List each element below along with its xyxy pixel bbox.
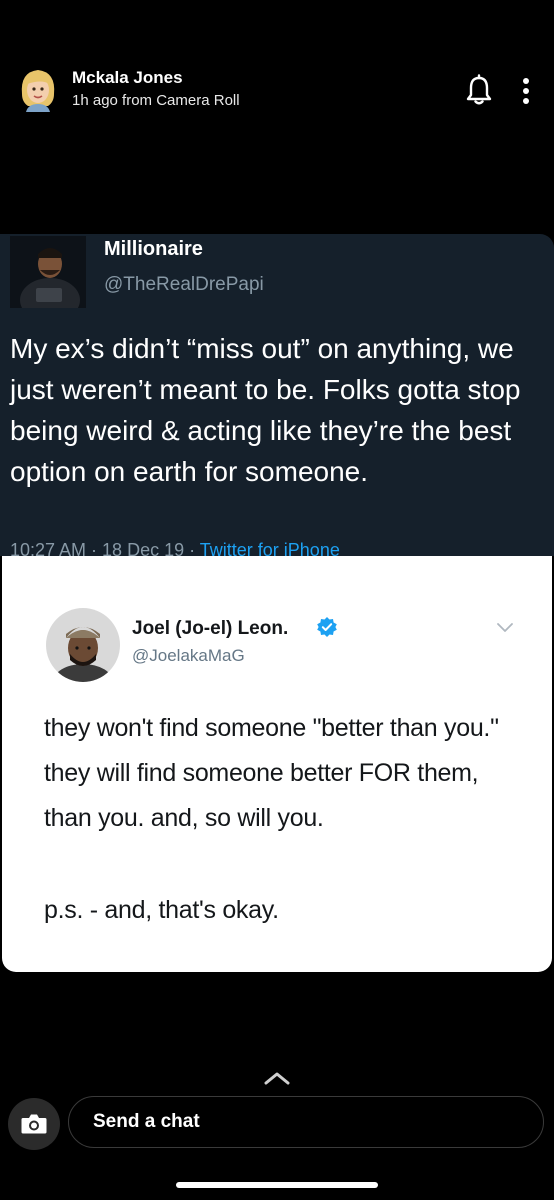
home-indicator[interactable] — [176, 1182, 378, 1188]
more-icon[interactable] — [516, 76, 536, 106]
bitmoji-avatar[interactable] — [18, 66, 58, 112]
chevron-up-icon[interactable] — [262, 1070, 292, 1086]
chevron-down-icon[interactable] — [496, 622, 514, 634]
tweet-author-handle: @TheRealDrePapi — [104, 274, 264, 295]
chat-placeholder: Send a chat — [93, 1111, 200, 1132]
tweet-text: they won't find someone "better than you… — [44, 714, 499, 832]
verified-badge-icon — [317, 617, 337, 637]
profile-photo — [10, 236, 86, 308]
tweet-timestamp: 10:27 AM · 18 Dec 19 · — [10, 540, 200, 556]
tweet-author-handle: @JoelakaMaG — [132, 646, 245, 665]
bell-icon[interactable] — [464, 74, 494, 106]
profile-photo — [46, 608, 120, 682]
camera-icon — [21, 1114, 47, 1134]
story-timestamp: 1h ago from Camera Roll — [72, 92, 240, 109]
tweet-text: My ex’s didn’t “miss out” on anything, w… — [10, 333, 521, 487]
tweet-author-name: Millionaire — [104, 238, 203, 260]
tweet-postscript: p.s. - and, that's okay. — [44, 896, 279, 924]
tweet-dark-card: Millionaire @TheRealDrePapi My ex’s didn… — [0, 234, 554, 556]
tweet-meta: 10:27 AM · 18 Dec 19 · Twitter for iPhon… — [10, 540, 340, 556]
camera-button[interactable] — [8, 1098, 60, 1150]
story-header: Mckala Jones 1h ago from Camera Roll — [0, 0, 554, 140]
tweet-author-name: Joel (Jo-el) Leon. — [132, 618, 289, 639]
send-chat-input[interactable]: Send a chat — [68, 1096, 544, 1148]
tweet-source-link: Twitter for iPhone — [199, 540, 340, 556]
story-username[interactable]: Mckala Jones — [72, 68, 183, 88]
tweet-light-card: Joel (Jo-el) Leon. @JoelakaMaG they won'… — [2, 556, 552, 972]
